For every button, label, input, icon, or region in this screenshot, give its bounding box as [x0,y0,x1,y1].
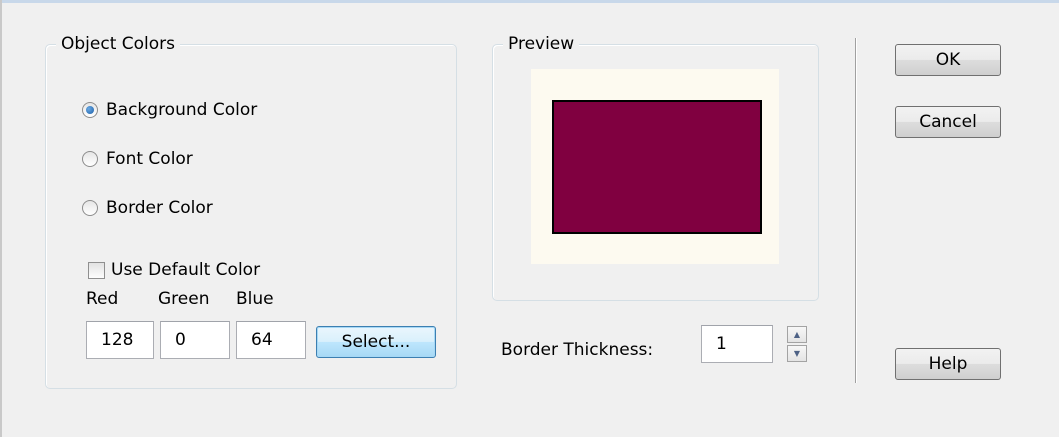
window-top-border [0,0,1059,3]
font-color-radio[interactable]: Font Color [82,146,193,172]
blue-label: Blue [236,289,274,309]
radio-unselected-icon [82,200,98,216]
border-color-radio[interactable]: Border Color [82,195,213,221]
blue-input[interactable]: 64 [236,321,306,359]
preview-canvas [531,69,779,264]
cancel-button[interactable]: Cancel [895,106,1001,138]
radio-unselected-icon [82,151,98,167]
font-color-label: Font Color [106,149,193,169]
spin-down-icon[interactable]: ▼ [787,345,807,362]
use-default-color-checkbox[interactable]: Use Default Color [88,257,260,283]
vertical-separator [855,38,856,383]
preview-group: Preview [492,33,819,301]
border-thickness-label: Border Thickness: [501,340,654,360]
select-color-button[interactable]: Select... [316,326,436,358]
red-input[interactable]: 128 [86,321,154,359]
checkbox-unchecked-icon [88,261,105,279]
green-input[interactable]: 0 [160,321,230,359]
green-label: Green [158,289,210,309]
ok-button[interactable]: OK [895,44,1001,76]
help-button[interactable]: Help [895,348,1001,380]
window-left-border [0,0,2,437]
red-label: Red [86,289,119,309]
border-thickness-input[interactable]: 1 [701,325,773,363]
background-color-label: Background Color [106,100,258,120]
use-default-color-label: Use Default Color [111,260,261,280]
border-thickness-spinner[interactable]: ▲ ▼ [787,326,807,362]
preview-color-swatch [552,100,762,234]
background-color-radio[interactable]: Background Color [82,97,257,123]
border-color-label: Border Color [106,198,213,218]
spin-up-icon[interactable]: ▲ [787,326,807,343]
preview-title: Preview [503,33,580,55]
object-colors-title: Object Colors [56,33,181,55]
radio-selected-icon [82,102,98,118]
object-colors-group: Object Colors Background Color Font Colo… [45,33,457,389]
